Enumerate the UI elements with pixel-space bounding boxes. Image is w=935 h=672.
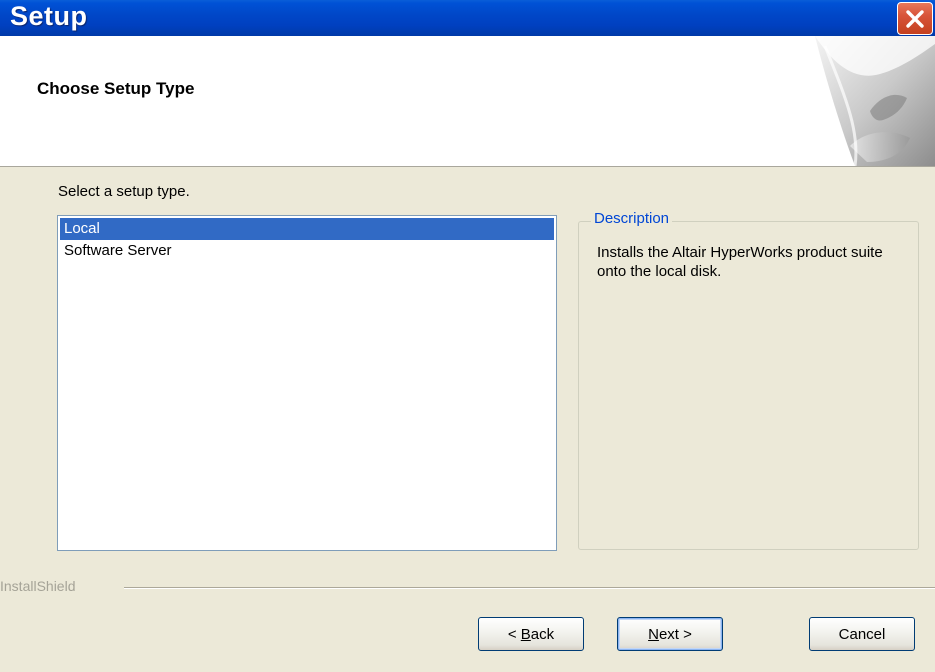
page-title: Choose Setup Type xyxy=(37,79,195,98)
close-button[interactable] xyxy=(897,2,933,35)
back-button[interactable]: < Back xyxy=(478,617,584,651)
title-bar[interactable]: Setup xyxy=(0,0,935,36)
list-item-local[interactable]: Local xyxy=(60,218,554,240)
header-panel: Choose Setup Type xyxy=(0,36,935,167)
description-label: Description xyxy=(591,210,673,227)
list-item-software-server[interactable]: Software Server xyxy=(60,240,554,262)
window-title: Setup xyxy=(10,1,88,31)
setup-dialog: Setup Choose Setup Type Select a setup t… xyxy=(0,0,935,672)
installshield-label: InstallShield xyxy=(0,578,84,594)
cancel-button[interactable]: Cancel xyxy=(809,617,915,651)
footer-divider xyxy=(124,587,935,589)
next-button[interactable]: Next > xyxy=(617,617,723,651)
setup-type-list[interactable]: Local Software Server xyxy=(57,215,557,551)
setup-type-prompt: Select a setup type. xyxy=(58,183,190,200)
close-icon xyxy=(904,8,926,30)
installer-logo-icon xyxy=(795,36,935,171)
description-text: Installs the Altair HyperWorks product s… xyxy=(597,244,883,280)
